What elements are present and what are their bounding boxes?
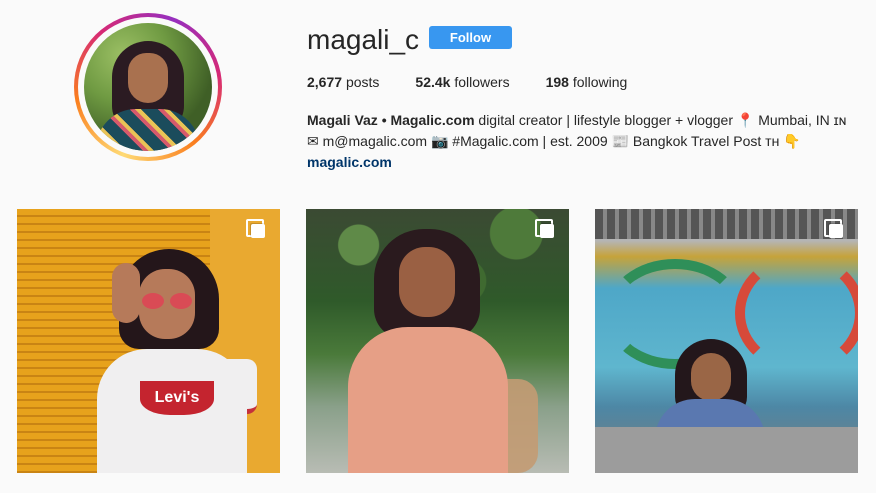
posts-count: 2,677 posts — [307, 74, 379, 90]
avatar-shirt — [96, 109, 200, 151]
followers-count[interactable]: 52.4k followers — [415, 74, 509, 90]
photo-roof — [595, 209, 858, 239]
following-label: following — [572, 74, 628, 90]
multi-photo-icon — [824, 219, 844, 239]
multi-photo-icon — [246, 219, 266, 239]
posts-value: 2,677 — [307, 74, 343, 90]
photo-arm — [112, 263, 140, 323]
dragon-mural-red — [735, 253, 858, 373]
post-tile-1[interactable]: Levi's — [17, 209, 280, 473]
follow-button[interactable]: Follow — [429, 26, 512, 49]
photo-face — [399, 247, 455, 317]
photo-face — [691, 353, 731, 401]
photo-foreground — [595, 427, 858, 473]
following-value: 198 — [545, 74, 569, 90]
profile-bio: Magali Vaz • Magalic.com digital creator… — [307, 110, 867, 173]
following-count[interactable]: 198 following — [546, 74, 628, 90]
bio-website-link[interactable]: magalic.com — [307, 154, 392, 170]
bio-line-1: Magali Vaz • Magalic.com digital creator… — [307, 110, 867, 131]
post-tile-3[interactable] — [595, 209, 858, 473]
bio-name: Magali Vaz • Magalic.com — [307, 112, 475, 128]
post-tile-2[interactable] — [306, 209, 569, 473]
avatar[interactable] — [74, 13, 222, 161]
shirt-logo: Levi's — [140, 381, 214, 415]
bio-description: digital creator | lifestyle blogger + vl… — [474, 112, 847, 128]
followers-label: followers — [454, 74, 510, 90]
bio-line-2: ✉ m@magalic.com 📷 #Magalic.com | est. 20… — [307, 133, 801, 149]
avatar-border — [78, 17, 218, 157]
posts-label: posts — [345, 74, 380, 90]
followers-value: 52.4k — [415, 74, 451, 90]
photo-shirt — [348, 327, 508, 473]
avatar-face — [128, 53, 168, 103]
sunglasses — [142, 293, 194, 309]
profile-stats: 2,677 posts 52.4k followers 198 followin… — [307, 74, 663, 90]
multi-photo-icon — [535, 219, 555, 239]
username: magali_c — [307, 24, 420, 55]
avatar-image — [84, 23, 212, 151]
